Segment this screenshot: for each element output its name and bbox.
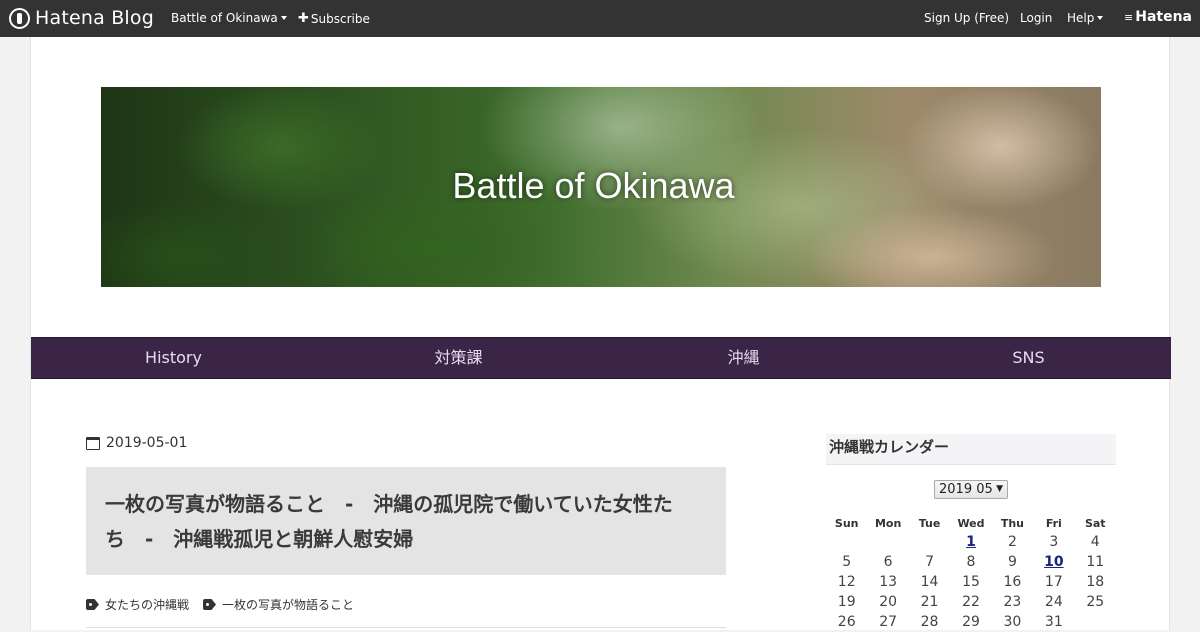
- weekday-label: Tue: [918, 517, 941, 530]
- hatena-brand-text: Hatena: [1135, 9, 1192, 25]
- calendar-table: Sun Mon Tue Wed Thu Fri Sat 1 2 3 4 5 6 7 8 9 10 1…: [826, 515, 1116, 632]
- tag-icon: [203, 599, 217, 610]
- calendar-day: 5: [842, 554, 852, 570]
- calendar-day-link[interactable]: 10: [1033, 552, 1074, 572]
- chevron-down-icon: ▼: [996, 484, 1003, 494]
- blog-menu-dropdown[interactable]: Battle of Okinawa: [171, 11, 287, 25]
- calendar-day: 7: [925, 554, 935, 570]
- calendar-day: 8: [966, 554, 976, 570]
- entry-date-text: 2019-05-01: [106, 435, 188, 451]
- calendar-day: 9: [1007, 554, 1017, 570]
- entry-title[interactable]: 一枚の写真が物語ること - 沖縄の孤児院で働いていた女性たち - 沖縄戦孤児と朝…: [105, 487, 707, 557]
- weekday-label: Wed: [957, 517, 985, 530]
- plus-icon: ✚: [298, 11, 309, 26]
- calendar-day: 6: [883, 554, 893, 570]
- calendar-day: 11: [1086, 554, 1105, 570]
- hatena-global-bar: Hatena Blog Battle of Okinawa ✚ Subscrib…: [0, 0, 1200, 37]
- calendar-day-empty: [1075, 612, 1116, 632]
- calendar-day: 13: [879, 574, 898, 590]
- calendar-day: 16: [1003, 574, 1022, 590]
- calendar-month-value: 2019 05: [939, 482, 993, 497]
- calendar-day: 24: [1044, 594, 1063, 610]
- subscribe-button[interactable]: ✚ Subscribe: [298, 11, 370, 26]
- tag-icon: [86, 599, 99, 610]
- entry-divider: [86, 627, 726, 628]
- calendar-icon: [86, 436, 100, 450]
- calendar-day: 27: [879, 614, 898, 630]
- calendar-day: 18: [1086, 574, 1105, 590]
- hatena-mark-icon: ≡: [1124, 10, 1133, 24]
- calendar-week-row: 19 20 21 22 23 24 25: [826, 592, 1116, 612]
- calendar-day: 4: [1090, 534, 1100, 550]
- help-dropdown[interactable]: Help: [1067, 11, 1104, 25]
- calendar-module-heading: 沖縄戦カレンダー: [826, 434, 1116, 465]
- blog-header-image[interactable]: Battle of Okinawa: [101, 87, 1101, 287]
- calendar-week-row: 12 13 14 15 16 17 18: [826, 572, 1116, 592]
- chevron-down-icon: [1097, 16, 1104, 20]
- entry-tags: 女たちの沖縄戦 一枚の写真が物語ること: [86, 596, 368, 613]
- calendar-weekday-row: Sun Mon Tue Wed Thu Fri Sat: [826, 515, 1116, 532]
- calendar-body: 1 2 3 4 5 6 7 8 9 10 11 12 13 14 15 16 17 18 19 20 21 22 23 24 2…: [826, 532, 1116, 632]
- nav-item-countermeasures[interactable]: 対策課: [316, 338, 601, 378]
- nav-item-okinawa[interactable]: 沖縄: [601, 338, 886, 378]
- calendar-day: 28: [920, 614, 939, 630]
- chevron-down-icon: [280, 16, 287, 20]
- blog-container: Battle of Okinawa History 対策課 沖縄 SNS 201…: [30, 37, 1171, 632]
- entry-tag-label: 一枚の写真が物語ること: [222, 598, 355, 612]
- calendar-day: 23: [1003, 594, 1022, 610]
- calendar-day: 12: [837, 574, 856, 590]
- calendar-day: 2: [1007, 534, 1017, 550]
- calendar-day: 19: [837, 594, 856, 610]
- calendar-day: 3: [1049, 534, 1059, 550]
- calendar-day: 26: [837, 614, 856, 630]
- login-link[interactable]: Login: [1020, 11, 1052, 25]
- calendar-day: 22: [962, 594, 980, 610]
- calendar-day: 25: [1086, 594, 1105, 610]
- hatena-brand-link[interactable]: ≡ Hatena: [1124, 9, 1192, 25]
- hatena-blog-logo-text: Hatena Blog: [35, 7, 154, 29]
- hatena-blog-logo-icon: [9, 7, 30, 29]
- subscribe-label: Subscribe: [310, 11, 370, 26]
- help-label: Help: [1067, 11, 1095, 25]
- blog-title[interactable]: Battle of Okinawa: [101, 165, 1086, 207]
- weekday-label: Sun: [834, 517, 859, 530]
- login-label: Login: [1020, 11, 1053, 25]
- nav-item-sns[interactable]: SNS: [886, 338, 1171, 378]
- nav-item-history[interactable]: History: [31, 338, 316, 378]
- weekday-label: Fri: [1045, 517, 1062, 530]
- calendar-day: 30: [1003, 614, 1022, 630]
- entry-date[interactable]: 2019-05-01: [86, 435, 187, 451]
- weekday-label: Mon: [874, 517, 902, 530]
- calendar-day-empty: [826, 532, 867, 552]
- calendar-day-empty: [909, 532, 950, 552]
- entry-tag[interactable]: 一枚の写真が物語ること: [203, 596, 354, 613]
- calendar-day: 29: [962, 614, 980, 630]
- calendar-day: 31: [1044, 614, 1063, 630]
- weekday-label: Thu: [1000, 517, 1024, 530]
- signup-label: Sign Up (Free): [924, 11, 1010, 25]
- signup-link[interactable]: Sign Up (Free): [924, 11, 1009, 25]
- calendar-day: 17: [1044, 574, 1063, 590]
- weekday-label: Sat: [1084, 517, 1106, 530]
- calendar-day: 21: [920, 594, 939, 610]
- calendar-week-row: 12 3 4: [826, 532, 1116, 552]
- calendar-week-row: 26 27 28 29 30 31: [826, 612, 1116, 632]
- calendar-day: 14: [920, 574, 939, 590]
- calendar-month-select[interactable]: 2019 05 ▼: [934, 480, 1008, 499]
- blog-menu-label: Battle of Okinawa: [171, 11, 278, 25]
- global-nav: History 対策課 沖縄 SNS: [31, 337, 1171, 379]
- calendar-day-link[interactable]: 1: [950, 532, 991, 552]
- calendar-day: 15: [962, 574, 980, 590]
- hatena-blog-logo[interactable]: Hatena Blog: [9, 6, 154, 30]
- calendar-week-row: 5 6 7 8 9 10 11: [826, 552, 1116, 572]
- entry-tag-label: 女たちの沖縄戦: [105, 598, 190, 612]
- entry-title-box: 一枚の写真が物語ること - 沖縄の孤児院で働いていた女性たち - 沖縄戦孤児と朝…: [86, 467, 726, 575]
- calendar-day: 20: [879, 594, 898, 610]
- calendar-day-empty: [867, 532, 908, 552]
- entry-tag[interactable]: 女たちの沖縄戦: [86, 596, 189, 613]
